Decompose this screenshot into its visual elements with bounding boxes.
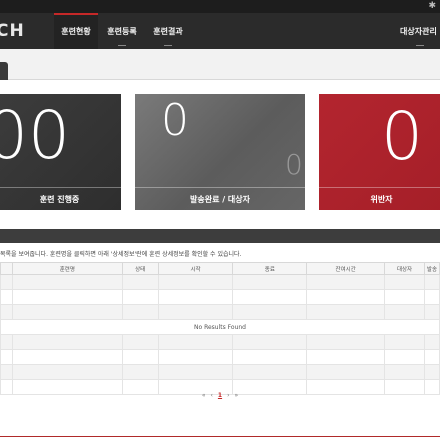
stat-card-in-progress[interactable]: 00 훈련 진행중 [0, 94, 121, 210]
nav-item-training-status[interactable]: 훈련현황 [54, 13, 98, 49]
table-row [0, 349, 440, 365]
table-empty-row: No Results Found [0, 319, 440, 335]
empty-message: No Results Found [0, 319, 440, 335]
column-header[interactable]: 상태 [121, 262, 159, 275]
column-header[interactable]: 발송 [423, 262, 440, 275]
column-header[interactable]: 대상자 [384, 262, 425, 275]
table-row [0, 304, 440, 320]
nav-item-label: 훈련등록 [107, 26, 137, 36]
tab-strip [0, 49, 440, 80]
table-header-row: 훈련명 상태 시작 종료 잔여시간 대상자 발송 [0, 262, 440, 275]
stat-value: 00 [0, 97, 70, 174]
column-header[interactable]: 종료 [232, 262, 308, 275]
nav-underline [118, 45, 126, 46]
first-page-icon[interactable]: « [202, 392, 206, 399]
footer-divider [0, 436, 440, 437]
training-table: 훈련명 상태 시작 종료 잔여시간 대상자 발송 No Results Foun… [0, 262, 440, 395]
nav-item-target-management[interactable]: 대상자관리 [400, 13, 440, 49]
tab-active[interactable] [0, 62, 8, 80]
nav-underline [164, 45, 172, 46]
column-header[interactable] [0, 262, 13, 275]
top-strip: ✱ [0, 0, 440, 13]
main-navbar: CH 훈련현황 훈련등록 훈련결과 대상자관리 [0, 13, 440, 49]
table-row [0, 274, 440, 290]
stat-label: 위반자 [319, 187, 440, 210]
prev-page-icon[interactable]: ‹ [211, 392, 213, 399]
stat-secondary-value: 0 [285, 148, 303, 181]
table-row [0, 334, 440, 350]
stat-value: 0 [381, 98, 423, 175]
table-row [0, 364, 440, 380]
table-row [0, 289, 440, 305]
current-page-link[interactable]: 1 [218, 392, 222, 399]
stat-card-violators[interactable]: 0 위반자 [319, 94, 440, 210]
stat-label: 발송완료 / 대상자 [135, 187, 305, 210]
pagination: « ‹ 1 › » [0, 392, 440, 399]
info-text: 목록을 보여줍니다. 훈련명을 클릭하면 아래 '상세정보'란에 훈련 상세정보… [0, 251, 242, 258]
settings-icon[interactable]: ✱ [428, 1, 436, 12]
nav-item-label: 대상자관리 [400, 26, 437, 36]
next-page-icon[interactable]: › [227, 392, 229, 399]
stat-card-sent-targets[interactable]: 0 0 발송완료 / 대상자 [135, 94, 305, 210]
section-header-bar [0, 229, 440, 243]
nav-item-training-register[interactable]: 훈련등록 [100, 13, 144, 49]
nav-item-training-results[interactable]: 훈련결과 [146, 13, 190, 49]
last-page-icon[interactable]: » [235, 392, 239, 399]
nav-underline [416, 45, 424, 46]
column-header[interactable]: 시작 [157, 262, 234, 275]
nav-item-label: 훈련현황 [61, 26, 91, 36]
column-header[interactable]: 잔여시간 [306, 262, 386, 275]
app-logo: CH [0, 21, 25, 41]
nav-item-label: 훈련결과 [153, 26, 183, 36]
column-header[interactable]: 훈련명 [11, 262, 123, 275]
stat-label: 훈련 진행중 [0, 187, 121, 210]
stat-value: 0 [161, 95, 189, 146]
